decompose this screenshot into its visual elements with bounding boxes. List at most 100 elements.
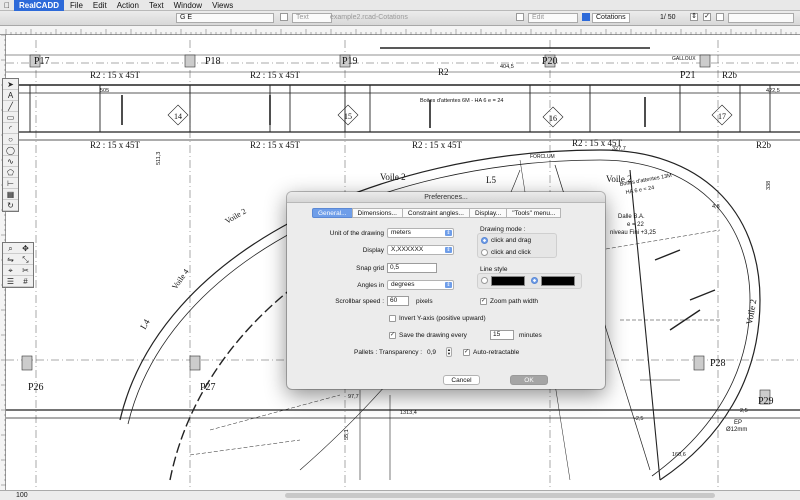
arrow-tool-icon[interactable]: ➤ [3,79,18,90]
auto-retractable-label: Auto-retractable [473,349,520,356]
scale-tool-icon[interactable]: ⤡ [18,254,33,265]
grid-tool-icon[interactable]: # [18,276,33,287]
trim-tool-icon[interactable]: ✂ [18,265,33,276]
menu-views[interactable]: Views [212,1,233,10]
dimension: EP [734,420,742,426]
dimension: 55,1 [344,429,350,440]
zoom-path-label: Zoom path width [490,298,539,305]
dimension: -2,5 [634,416,643,422]
menu-window[interactable]: Window [174,1,202,10]
polygon-tool-icon[interactable]: ⬠ [3,167,18,178]
box-number: 16 [549,114,557,123]
pillar-label: P17 [34,56,50,67]
app-menu[interactable]: RealCADD [14,0,65,11]
autosave-unit: minutes [519,332,542,339]
line-style-radio-2[interactable] [531,277,538,284]
transparency-stepper[interactable]: ▲ ▼ [446,347,452,357]
dimension: 160,6 [672,452,686,458]
line-style-swatch-1[interactable] [491,276,525,286]
invert-y-label: Invert Y-axis (positive upward) [399,315,486,322]
horizontal-scrollbar[interactable] [285,493,715,498]
line-tool-icon[interactable]: ╱ [3,101,18,112]
dialog-title: Preferences... [287,192,605,203]
box-number: 15 [344,112,352,121]
display-select[interactable]: X,XXXXXX ⇕ [387,245,454,255]
chevron-down-icon: ⇕ [445,282,452,288]
autosave-label: Save the drawing every [399,332,467,339]
page-stepper[interactable]: ⇕ [690,13,698,21]
hatch-tool-icon[interactable]: ▦ [3,189,18,200]
text-field[interactable]: Text [292,13,332,23]
scrollbar-speed-input[interactable]: 60 [387,296,409,306]
wall-label: Voile 2 [380,172,406,182]
pan-tool-icon[interactable]: ✥ [18,243,33,254]
apple-icon[interactable]:  [0,1,14,10]
transparency-value: 0,9 [427,349,437,356]
rectangle-tool-icon[interactable]: ▭ [3,112,18,123]
autosave-checkbox[interactable] [389,331,396,339]
angles-select[interactable]: degrees ⇕ [387,280,454,290]
angles-value: degrees [391,281,415,288]
ellipse-tool-icon[interactable]: ◯ [3,145,18,156]
tab-display[interactable]: Display... [468,208,508,218]
cancel-button[interactable]: Cancel [443,375,480,385]
curve-tool-icon[interactable]: ∿ [3,156,18,167]
tab-dimensions[interactable]: Dimensions... [351,208,403,218]
layer-tool-icon[interactable]: ☰ [3,276,18,287]
snap-tool-icon[interactable]: ⌖ [3,265,18,276]
zoom-tool-icon[interactable]: ⌕ [3,243,18,254]
circle-tool-icon[interactable]: ○ [3,134,18,145]
menu-file[interactable]: File [70,1,83,10]
document-toolbar: G E Text example2.rcad-Cotations Edit Co… [0,11,800,26]
secondary-palette: ⌕ ✥ ⇋ ⤡ ⌖ ✂ ☰ # [2,242,34,288]
tab-constraint-angles[interactable]: Constraint angles... [401,208,470,218]
wall-label: L5 [486,175,496,185]
line-style-swatch-2[interactable] [541,276,575,286]
search-field[interactable] [728,13,794,23]
invert-y-checkbox[interactable] [389,315,396,322]
menu-action[interactable]: Action [117,1,139,10]
tab-general[interactable]: General... [312,208,353,218]
pillar-label: P20 [542,56,558,67]
dimension: 2,5 [740,408,748,414]
layer-field[interactable]: G E [176,13,274,23]
dimension: 422,5 [766,88,780,94]
preferences-dialog: Preferences... General... Dimensions... … [287,192,605,389]
mode-drag-label: click and drag [491,237,532,244]
dimension-tool-icon[interactable]: ⊢ [3,178,18,189]
edit-field[interactable]: Edit [528,13,578,23]
view-name-field[interactable]: Cotations [592,13,630,23]
autosave-interval-input[interactable]: 15 [490,330,514,340]
unit-select[interactable]: meters ⇕ [387,228,454,238]
beam-label: R2 [438,67,449,77]
dimension: 4,8 [712,204,720,210]
wall-label: Voile 2 [744,298,758,325]
ok-button[interactable]: OK [510,375,548,385]
tab-tools-menu[interactable]: "Tools" menu... [506,208,562,218]
unit-value: meters [391,229,411,236]
zoom-path-checkbox[interactable] [480,297,487,305]
menu-edit[interactable]: Edit [93,1,107,10]
check-icon[interactable]: ✓ [703,13,711,21]
dimension: 338 [766,181,772,190]
line-style-radio-1[interactable] [481,277,488,284]
wall-label: Voile 4 [170,267,190,291]
transparency-label: Transparency : [379,349,423,356]
pillar-label: P21 [680,70,696,81]
arc-tool-icon[interactable]: ◜ [3,123,18,134]
mode-drag-radio[interactable] [481,237,488,244]
line-style-label: Line style [480,266,508,273]
beam-label: R2b [756,140,772,150]
pillar-label: P28 [710,358,726,369]
rotate-tool-icon[interactable]: ↻ [3,200,18,211]
mode-click-radio[interactable] [481,249,488,256]
zoom-level[interactable]: 100 [16,492,28,499]
mirror-tool-icon[interactable]: ⇋ [3,254,18,265]
menu-text[interactable]: Text [149,1,164,10]
auto-retractable-checkbox[interactable] [463,348,470,356]
layer-checkbox[interactable] [280,13,288,21]
edit-checkbox[interactable] [516,13,524,21]
uncheck-box[interactable] [716,13,724,21]
snap-grid-input[interactable]: 0,5 [387,263,437,273]
text-tool-icon[interactable]: A [3,90,18,101]
